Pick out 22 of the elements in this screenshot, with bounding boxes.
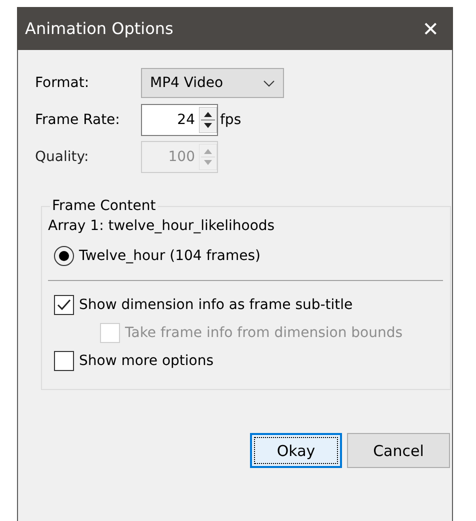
close-button[interactable]: ✕ [418, 16, 443, 40]
field-label: Frame Rate: [35, 112, 121, 128]
format-label: Format: [35, 75, 90, 91]
radio-button[interactable] [54, 246, 74, 266]
window-title: Animation Options [25, 19, 174, 38]
checkbox-label: Show dimension info as frame sub-title [79, 297, 353, 313]
checkbox[interactable] [54, 351, 74, 371]
spin-field[interactable]: 24 [141, 104, 218, 136]
array-label: Array 1: twelve_hour_likelihoods [48, 218, 276, 236]
chevron-icon [263, 80, 275, 86]
field-label: Quality: [35, 149, 90, 165]
checkbox-label: Show more options [79, 353, 214, 369]
dialog-button[interactable]: Okay [250, 433, 342, 468]
checkbox-label: Take frame info from dimension bounds [125, 325, 403, 341]
dialog-button[interactable]: Cancel [347, 433, 450, 468]
format-dropdown[interactable]: MP4 Video [141, 68, 284, 98]
spin-arrows-icon[interactable] [199, 107, 217, 133]
check-icon [57, 299, 71, 311]
checkbox[interactable] [54, 295, 74, 315]
radio-label: Twelve_hour (104 frames) [79, 248, 261, 264]
group-title: Frame Content [51, 198, 157, 214]
unit-label: fps [220, 112, 242, 128]
